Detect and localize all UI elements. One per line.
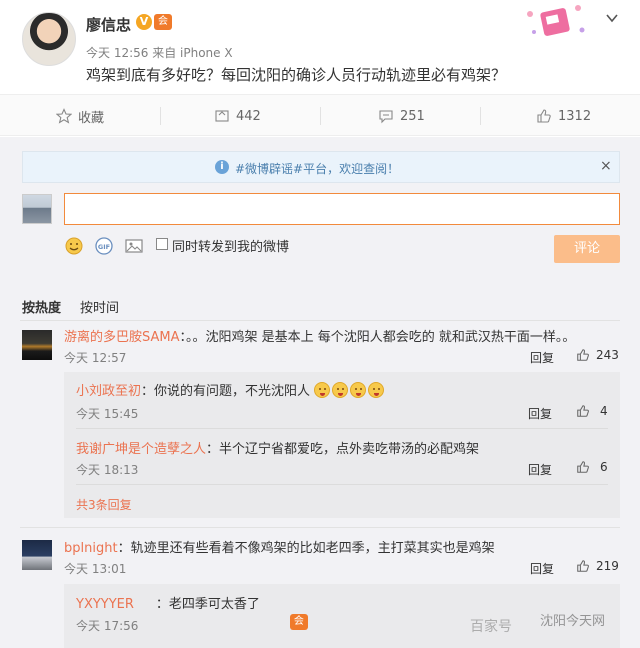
reply-text: ：老四季可太香了 [155, 597, 260, 612]
weibo-post-page: 廖信忠 V 会 今天 12:56 来自 iPhone X 鸡架到底有多好吃？每回… [0, 0, 640, 648]
comment-divider [20, 527, 620, 528]
commenter-name[interactable]: bplnight [64, 541, 118, 556]
comment-like-count: 243 [596, 348, 619, 362]
author-name[interactable]: 廖信忠 [86, 14, 131, 35]
reply-button[interactable]: 回复 [528, 461, 552, 478]
comment-button[interactable]: 251 [378, 95, 425, 137]
like-count: 1312 [558, 108, 592, 124]
more-replies-link[interactable]: 共3条回复 [76, 496, 132, 513]
reply-text: ：你说的有问题，不光沈阳人 [141, 384, 311, 399]
post-meta: 今天 12:56 来自 iPhone X [86, 46, 233, 60]
comment-time: 今天 12:57 [64, 351, 127, 365]
thumbs-up-icon [577, 405, 589, 417]
reply-author-name[interactable]: YXYYYER [76, 597, 134, 612]
vip-badge-icon: 会 [154, 14, 172, 30]
reply-time: 今天 18:13 [76, 463, 139, 477]
thumbs-up-icon [577, 461, 589, 473]
repost-button[interactable]: 442 [214, 95, 261, 137]
reply-body: YXYYYER 会 ：老四季可太香了 [76, 593, 308, 630]
reply-like-count: 4 [600, 404, 608, 418]
thumbs-up-icon [577, 560, 589, 572]
commenter-avatar[interactable] [22, 330, 52, 360]
watermark-text-2: 沈阳今天网 [540, 614, 606, 629]
comment-like-count: 219 [596, 559, 619, 573]
reply-body: 我谢广坤是个造孽之人：半个辽宁省都爱吃，点外卖吃带汤的必配鸡架 [76, 438, 479, 457]
reply-button[interactable]: 回复 [530, 349, 554, 366]
commenter-name[interactable]: 游离的多巴胺SAMA [64, 330, 180, 345]
close-icon[interactable]: × [600, 158, 612, 174]
vip-badge-icon: 会 [289, 614, 308, 630]
svg-text:GIF: GIF [98, 243, 110, 251]
post-text: 鸡架到底有多好吃？每回沈阳的确诊人员行动轨迹里必有鸡架？ [86, 66, 507, 84]
comment-text: ：。。沈阳鸡架 是基本上 每个沈阳人都会吃的 就和武汉热干面一样。。 [179, 330, 576, 345]
reply-time: 今天 15:45 [76, 407, 139, 421]
my-avatar [22, 194, 52, 224]
thumbs-up-icon [537, 109, 551, 123]
emoji-icon [350, 382, 367, 398]
like-button[interactable]: 1312 [536, 95, 591, 137]
favorite-button[interactable]: 收藏 [56, 95, 104, 137]
info-icon: i [215, 160, 229, 174]
reply-button[interactable]: 回复 [528, 405, 552, 422]
chevron-down-icon[interactable] [604, 10, 620, 26]
comment-like-button[interactable]: 243 [576, 348, 619, 362]
emoji-icon[interactable] [64, 236, 84, 256]
reply-author-name[interactable]: 我谢广坤是个造孽之人 [76, 442, 206, 457]
reply-button[interactable]: 回复 [530, 560, 554, 577]
repost-count: 442 [236, 108, 261, 124]
image-icon[interactable] [124, 236, 144, 256]
comment-body: 游离的多巴胺SAMA：。。沈阳鸡架 是基本上 每个沈阳人都会吃的 就和武汉热干面… [64, 326, 575, 345]
emoji-icon [368, 382, 385, 398]
repost-checkbox[interactable] [156, 238, 168, 250]
verified-icon: V [136, 14, 152, 30]
thumbs-up-icon [577, 349, 589, 361]
tab-sort-hot[interactable]: 按热度 [22, 297, 61, 316]
reply-like-button[interactable]: 6 [576, 460, 608, 474]
comment-text: ：轨迹里还有些看着不像鸡架的比如老四季，主打菜其实也是鸡架 [117, 541, 495, 556]
reply-like-button[interactable]: 4 [576, 404, 608, 418]
emoji-icon [332, 382, 349, 398]
reply-divider [76, 484, 608, 485]
comment-icon [379, 110, 393, 124]
repost-icon [215, 110, 229, 122]
watermark-text: 百家号 [470, 619, 512, 635]
decoration-card-icon [527, 5, 585, 36]
post-action-bar: 收藏 442 251 1312 [0, 94, 640, 136]
repost-checkbox-label[interactable]: 同时转发到我的微博 [172, 236, 289, 255]
comment-like-button[interactable]: 219 [576, 559, 619, 573]
reply-body: 小刘政至初：你说的有问题，不光沈阳人 [76, 380, 386, 399]
gif-icon[interactable]: GIF [94, 236, 114, 256]
tab-sort-time[interactable]: 按时间 [80, 297, 119, 316]
notice-banner: i #微博辟谣#平台，欢迎查阅！ × [22, 151, 620, 183]
reply-like-count: 6 [600, 460, 608, 474]
emoji-icon [314, 382, 331, 398]
star-icon [56, 108, 72, 124]
author-avatar[interactable] [22, 12, 76, 66]
submit-comment-button[interactable]: 评论 [554, 235, 620, 263]
comment-time: 今天 13:01 [64, 562, 127, 576]
favorite-label: 收藏 [78, 110, 105, 126]
notice-text[interactable]: #微博辟谣#平台，欢迎查阅！ [235, 160, 399, 177]
reply-author-name[interactable]: 小刘政至初 [76, 384, 141, 399]
reply-time: 今天 17:56 [76, 619, 139, 633]
commenter-avatar[interactable] [22, 540, 52, 570]
reply-text: ：半个辽宁省都爱吃，点外卖吃带汤的必配鸡架 [206, 442, 480, 457]
comment-input[interactable] [64, 193, 620, 225]
comment-count: 251 [400, 108, 425, 124]
comment-body: bplnight：轨迹里还有些看着不像鸡架的比如老四季，主打菜其实也是鸡架 [64, 537, 495, 556]
tabs-divider [20, 320, 620, 321]
reply-divider [76, 428, 608, 429]
